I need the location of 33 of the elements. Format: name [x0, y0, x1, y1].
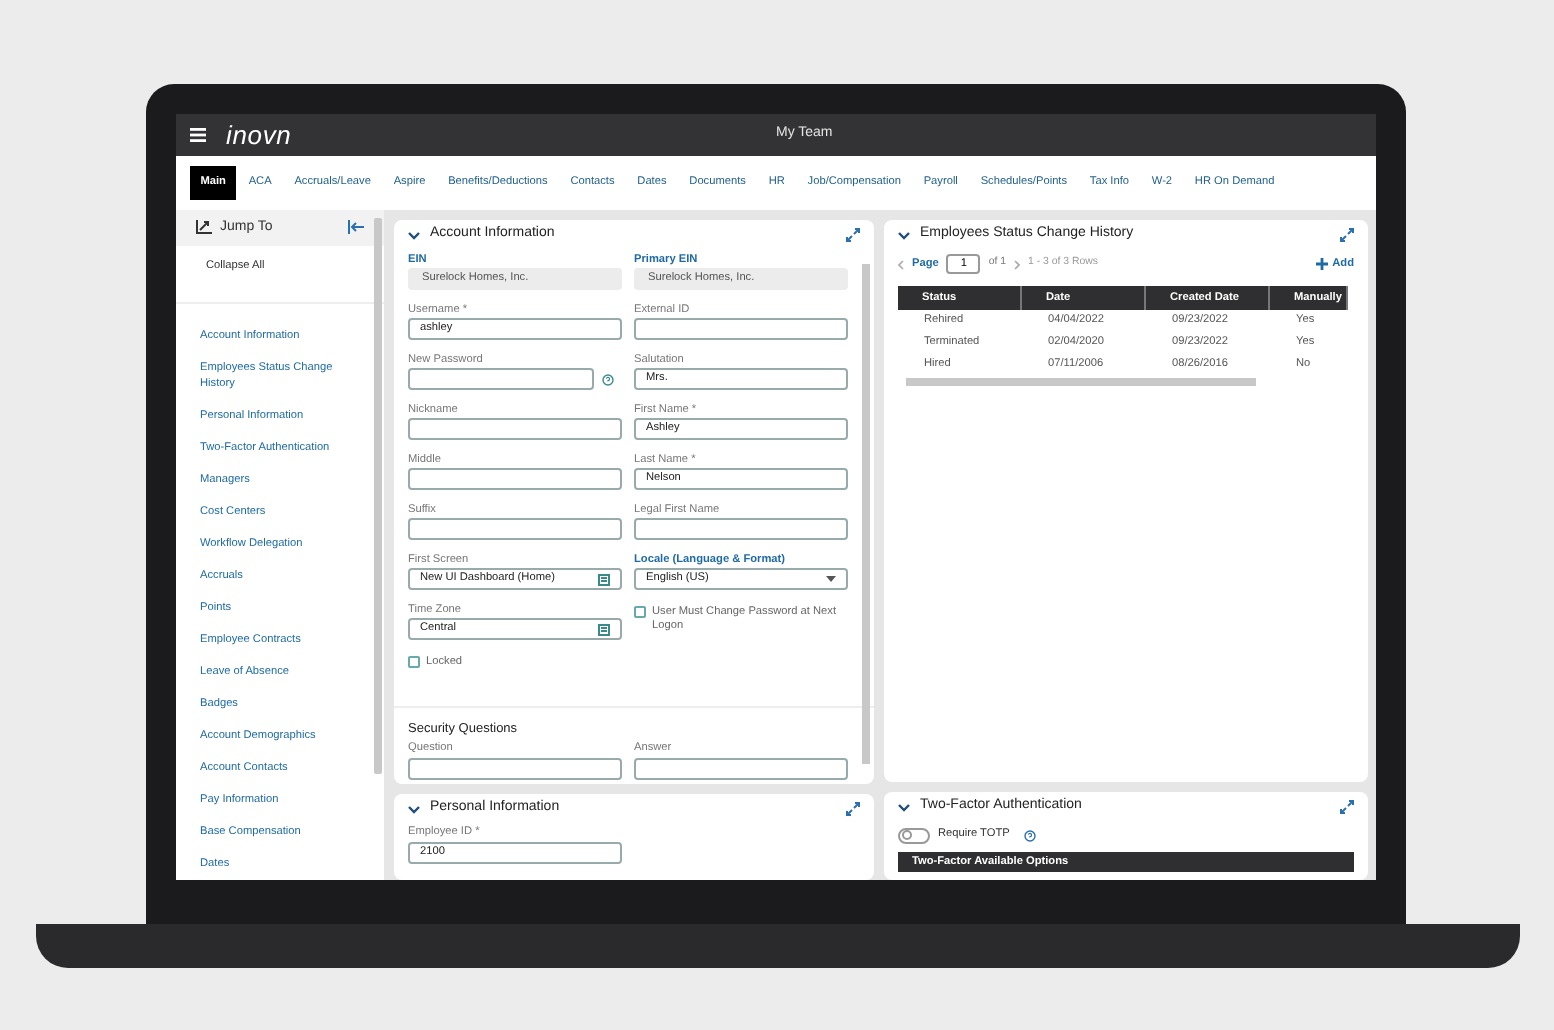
- help-icon: [602, 373, 614, 385]
- input-field[interactable]: [408, 758, 622, 780]
- chart-icon: [196, 220, 212, 235]
- chevron-down-icon: [408, 231, 420, 239]
- scrollbar[interactable]: [862, 264, 870, 764]
- lookup-icon: [598, 623, 610, 635]
- expand-icon: [846, 228, 860, 242]
- scrollbar[interactable]: [906, 378, 1256, 386]
- previous-icon: [898, 259, 904, 269]
- lookup-icon: [598, 573, 610, 585]
- expand-icon: [846, 802, 860, 816]
- input-field[interactable]: [408, 368, 594, 390]
- plus-icon: [1316, 257, 1329, 270]
- expand-icon: [1340, 228, 1354, 242]
- caret-icon: [826, 576, 836, 582]
- input-field[interactable]: [634, 518, 848, 540]
- input-field[interactable]: [408, 418, 622, 440]
- checkbox[interactable]: [408, 656, 420, 668]
- logo: inovn: [226, 122, 292, 148]
- input-field[interactable]: [408, 518, 622, 540]
- input-field[interactable]: [634, 318, 848, 340]
- help-icon: [1023, 829, 1036, 841]
- menu-icon: [190, 128, 206, 142]
- checkbox[interactable]: [634, 606, 646, 618]
- collapse-panel-icon: [348, 220, 364, 235]
- toggle-switch[interactable]: [898, 827, 930, 843]
- expand-icon: [1340, 800, 1354, 814]
- input-field[interactable]: [408, 468, 622, 490]
- chevron-down-icon: [898, 231, 910, 239]
- input-field[interactable]: [634, 758, 848, 780]
- next-icon: [1014, 259, 1021, 269]
- chevron-down-icon: [898, 803, 910, 811]
- chevron-down-icon: [408, 805, 420, 813]
